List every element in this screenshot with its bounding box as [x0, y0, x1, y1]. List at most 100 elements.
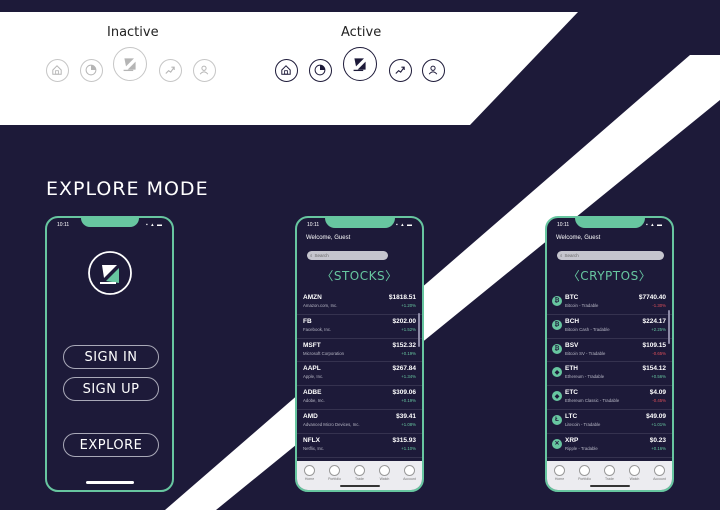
tab-label: Trade	[604, 477, 614, 481]
list-item[interactable]: FB Facebook, Inc. $202.00 +1.52%	[297, 315, 422, 339]
inactive-account-icon	[192, 58, 216, 82]
price-change: -0.45%	[652, 398, 666, 404]
home-icon	[304, 465, 315, 476]
tab-label: Trade	[354, 477, 364, 481]
list-item[interactable]: ₿ BTC Bitcoin - Tradable $7740.40 -1.30%	[547, 291, 672, 315]
list-item[interactable]: AMZN Amazon.com, Inc. $1818.51 +1.20%	[297, 291, 422, 315]
tab-home[interactable]: Home	[549, 465, 571, 481]
search-icon: ⌕	[310, 253, 313, 258]
tab-home[interactable]: Home	[299, 465, 321, 481]
asset-name: Bitcoin - Tradable	[565, 303, 599, 308]
explore-button[interactable]: EXPLORE	[63, 433, 159, 457]
asset-price: $4.09	[649, 389, 666, 397]
asset-name: Advanced Micro Devices, Inc.	[303, 421, 360, 427]
account-icon	[654, 465, 665, 476]
asset-price: $202.00	[392, 317, 417, 325]
ticker-symbol: AAPL	[303, 365, 321, 373]
coin-icon: ◆	[552, 367, 562, 378]
tab-label: Portfolio	[328, 477, 341, 481]
list-item[interactable]: NFLX Netflix, Inc. $315.93 +1.10%	[297, 434, 422, 458]
tab-trade[interactable]: Trade	[349, 465, 371, 481]
coin-icon: Ł	[552, 414, 562, 425]
ticker-symbol: NFLX	[303, 436, 320, 444]
prev-arrow-icon[interactable]: 〈	[321, 269, 334, 283]
inactive-label: Inactive	[107, 25, 159, 40]
tab-watch[interactable]: Watch	[374, 465, 396, 481]
search-placeholder: Search	[564, 253, 579, 258]
asset-price: $109.15	[642, 341, 667, 349]
asset-name: Litecoin - Tradable	[565, 421, 601, 427]
list-item[interactable]: MSFT Microsoft Corporation $152.32 +0.19%	[297, 339, 422, 363]
tab-bar: Home Portfolio Trade Watch Account	[297, 461, 422, 490]
list-item[interactable]: ◆ ETC Ethereum Classic - Tradable $4.09 -0.4…	[547, 386, 672, 410]
tab-label: Watch	[379, 477, 390, 481]
price-change: +0.56%	[651, 374, 666, 380]
list-item[interactable]: ₿ BCH Bitcoin Cash - Tradable $224.17 +2.25%	[547, 315, 672, 339]
ticker-symbol: LTC	[565, 412, 578, 420]
asset-name: Facebook, Inc.	[303, 326, 332, 332]
status-time: 10:11	[557, 222, 570, 228]
price-change: +0.19%	[401, 398, 416, 404]
tab-account[interactable]: Account	[649, 465, 671, 481]
explore-mode-title: EXPLORE MODE	[46, 178, 209, 200]
price-change: +0.19%	[401, 350, 416, 356]
next-arrow-icon[interactable]: 〉	[385, 269, 398, 283]
list-item[interactable]: ✕ XRP Ripple - Tradable $0.23 +0.16%	[547, 434, 672, 458]
asset-price: $315.93	[392, 436, 417, 444]
tab-label: Account	[403, 477, 416, 481]
phone-cryptos-screen: 10:11 ▪ ▴ ▬ Welcome, Guest ⌕ Search 〈CRY…	[545, 216, 674, 492]
app-logo	[87, 250, 133, 301]
tab-portfolio[interactable]: Portfolio	[574, 465, 596, 481]
market-title: 〈STOCKS〉	[297, 267, 422, 284]
asset-name: Bitcoin SV - Tradable	[565, 350, 606, 356]
asset-price: $154.12	[642, 365, 667, 373]
list-item[interactable]: Ł LTC Litecoin - Tradable $49.09 +1.01%	[547, 410, 672, 434]
price-change: +1.01%	[651, 421, 666, 427]
price-change: +1.08%	[401, 421, 416, 427]
asset-price: $7740.40	[638, 294, 666, 301]
price-change: +1.52%	[401, 326, 416, 332]
portfolio-icon	[329, 465, 340, 476]
price-change: -0.65%	[652, 350, 666, 356]
asset-price: $309.06	[392, 389, 417, 397]
coin-icon: ✕	[552, 438, 562, 449]
list-item[interactable]: ◆ ETH Ethereum - Tradable $154.12 +0.56%	[547, 362, 672, 387]
next-arrow-icon[interactable]: 〉	[639, 269, 652, 283]
asset-price: $0.23	[649, 436, 666, 444]
list-item[interactable]: ₿ BSV Bitcoin SV - Tradable $109.15 -0.65%	[547, 339, 672, 363]
list-item[interactable]: AAPL Apple, Inc. $267.84 +1.34%	[297, 362, 422, 387]
list-item[interactable]: ADBE Adobe, Inc. $309.06 +0.19%	[297, 386, 422, 410]
ticker-symbol: MSFT	[303, 341, 321, 349]
sign-up-button[interactable]: SIGN UP	[63, 377, 159, 401]
active-trend-icon	[388, 58, 412, 82]
home-icon	[554, 465, 565, 476]
price-change: +2.25%	[651, 326, 666, 332]
search-icon: ⌕	[560, 253, 563, 258]
trend-icon	[629, 465, 640, 476]
home-indicator	[85, 481, 134, 484]
prev-arrow-icon[interactable]: 〈	[568, 269, 581, 283]
home-indicator	[589, 485, 630, 487]
coin-icon: ₿	[552, 343, 562, 354]
price-change: -1.30%	[652, 303, 666, 308]
phone-notch	[574, 218, 645, 228]
status-icons: ▪ ▴ ▬	[395, 222, 413, 228]
welcome-text: Welcome, Guest	[306, 235, 351, 241]
sign-in-button[interactable]: SIGN IN	[63, 345, 159, 369]
search-input[interactable]: ⌕ Search	[307, 251, 388, 260]
phone-stocks-screen: 10:11 ▪ ▴ ▬ Welcome, Guest ⌕ Search 〈STO…	[295, 216, 424, 492]
tab-trade[interactable]: Trade	[599, 465, 621, 481]
list-item[interactable]: AMD Advanced Micro Devices, Inc. $39.41 +1.…	[297, 410, 422, 434]
search-input[interactable]: ⌕ Search	[557, 251, 664, 260]
ticker-symbol: ETC	[565, 389, 578, 397]
scrollbar[interactable]	[418, 313, 420, 347]
status-icons: ▪ ▴ ▬	[645, 222, 663, 228]
tab-watch[interactable]: Watch	[624, 465, 646, 481]
tab-account[interactable]: Account	[399, 465, 421, 481]
scrollbar[interactable]	[668, 310, 670, 344]
trend-icon	[379, 465, 390, 476]
ticker-symbol: BTC	[565, 294, 579, 301]
asset-name: Ethereum Classic - Tradable	[565, 398, 620, 404]
status-time: 10:11	[307, 222, 320, 228]
tab-portfolio[interactable]: Portfolio	[324, 465, 346, 481]
